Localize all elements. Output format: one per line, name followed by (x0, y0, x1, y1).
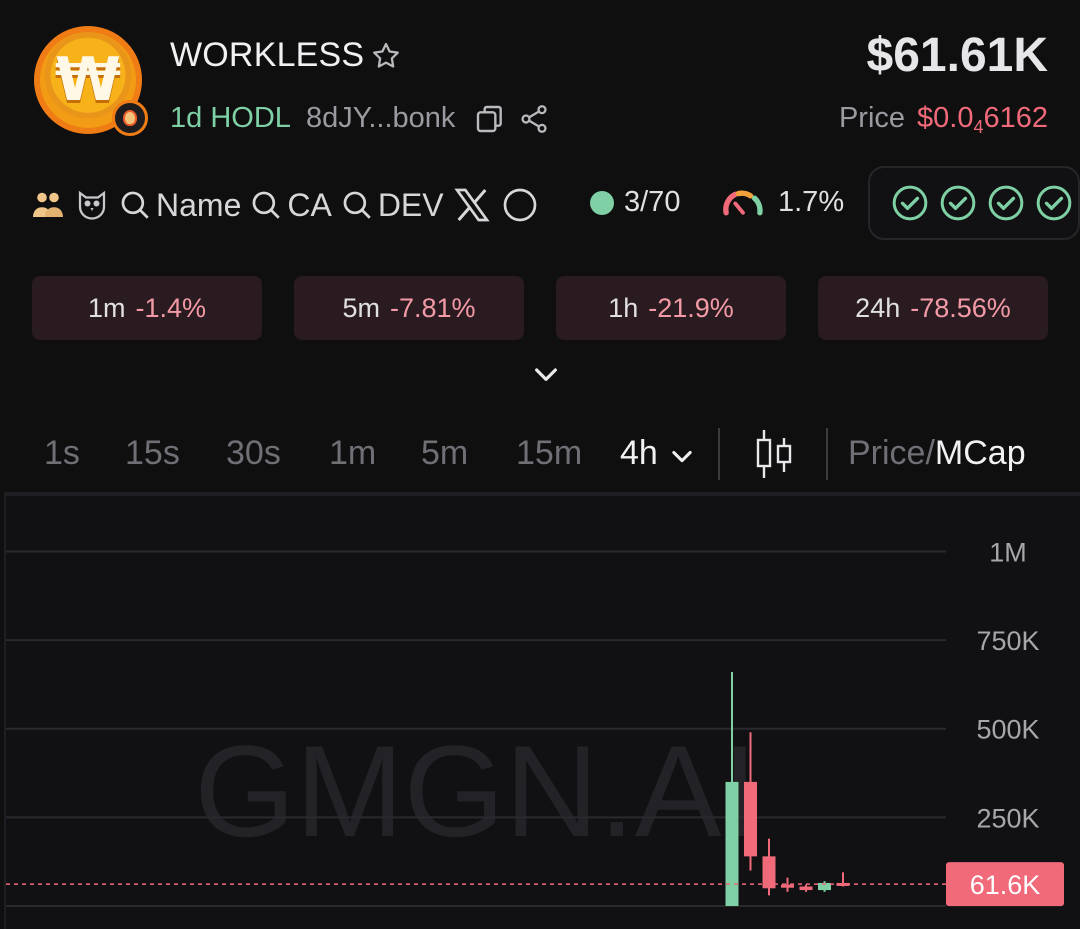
x-twitter-icon[interactable] (452, 185, 492, 225)
token-logo: ₩ (34, 26, 148, 136)
price-value: $0.046162 (917, 102, 1048, 137)
change-1m[interactable]: 1m -1.4% (32, 276, 262, 340)
candle-body (744, 781, 757, 857)
change-5m[interactable]: 5m -7.81% (294, 276, 524, 340)
check-circle-icon (940, 185, 976, 221)
price-mcap-toggle[interactable]: Price/MCap (848, 434, 1026, 473)
search-name-button[interactable]: Name (118, 187, 241, 224)
holders-count: 3/70 (590, 186, 680, 219)
candle-body (781, 884, 794, 888)
y-tick-label: 750K (976, 626, 1039, 656)
divider (826, 428, 828, 480)
interval-15s[interactable]: 15s (125, 434, 180, 473)
top10-holding: 1.7% (720, 184, 844, 220)
check-circle-icon (988, 185, 1024, 221)
security-checks[interactable] (868, 166, 1080, 240)
chart-canvas[interactable]: GMGN.AI 1M 750K 500K 250K 61.6K (6, 496, 1080, 929)
star-icon[interactable] (370, 40, 402, 72)
gauge-icon (723, 190, 763, 216)
social-search-toolbar: Name CA DEV (30, 176, 540, 234)
search-icon (121, 191, 149, 219)
chevron-down-icon[interactable] (530, 358, 562, 390)
copy-icon[interactable] (474, 102, 506, 136)
search-dev-button[interactable]: DEV (340, 187, 444, 224)
price-change-row: 1m -1.4% 5m -7.81% 1h -21.9% 24h -78.56% (32, 276, 1048, 340)
candlestick-icon[interactable] (752, 426, 796, 482)
divider (718, 428, 720, 480)
interval-15m[interactable]: 15m (516, 434, 582, 473)
token-age: 1d HODL (170, 102, 291, 134)
y-tick-label: 1M (989, 537, 1027, 567)
share-icon[interactable] (518, 102, 550, 136)
y-tick-label: 500K (976, 715, 1039, 745)
change-24h[interactable]: 24h -78.56% (818, 276, 1048, 340)
token-name: WORKLESS (170, 36, 365, 74)
check-circle-icon (892, 185, 928, 221)
search-icon (343, 191, 371, 219)
market-cap-value: $61.61K (866, 29, 1048, 82)
change-1h[interactable]: 1h -21.9% (556, 276, 786, 340)
interval-5m[interactable]: 5m (421, 434, 468, 473)
contract-address[interactable]: 8dJY...bonk (306, 102, 455, 135)
community-icon[interactable] (30, 187, 66, 223)
candle-body (725, 781, 739, 906)
check-circle-icon (1036, 185, 1072, 221)
price-chart[interactable]: GMGN.AI 1M 750K 500K 250K 61.6K (4, 492, 1080, 929)
current-price-label: 61.6K (970, 870, 1041, 900)
search-icon (252, 191, 281, 219)
interval-active[interactable]: 4h (620, 434, 658, 473)
status-dot-icon (590, 190, 614, 215)
chevron-down-icon[interactable] (668, 442, 696, 470)
won-sign-icon: ₩ (54, 45, 122, 115)
interval-1s[interactable]: 1s (44, 434, 80, 473)
interval-30s[interactable]: 30s (226, 434, 281, 473)
telegram-icon[interactable] (500, 185, 540, 225)
candle-body (799, 886, 813, 891)
search-ca-button[interactable]: CA (249, 187, 332, 224)
price-label: Price (838, 102, 906, 134)
interval-1m[interactable]: 1m (329, 434, 376, 473)
price-row: Price $0.046162 (839, 102, 1048, 138)
launchpad-badge-icon (112, 100, 148, 136)
watermark: GMGN.AI (194, 718, 757, 864)
owl-icon[interactable] (74, 187, 110, 223)
y-tick-label: 250K (976, 803, 1039, 833)
